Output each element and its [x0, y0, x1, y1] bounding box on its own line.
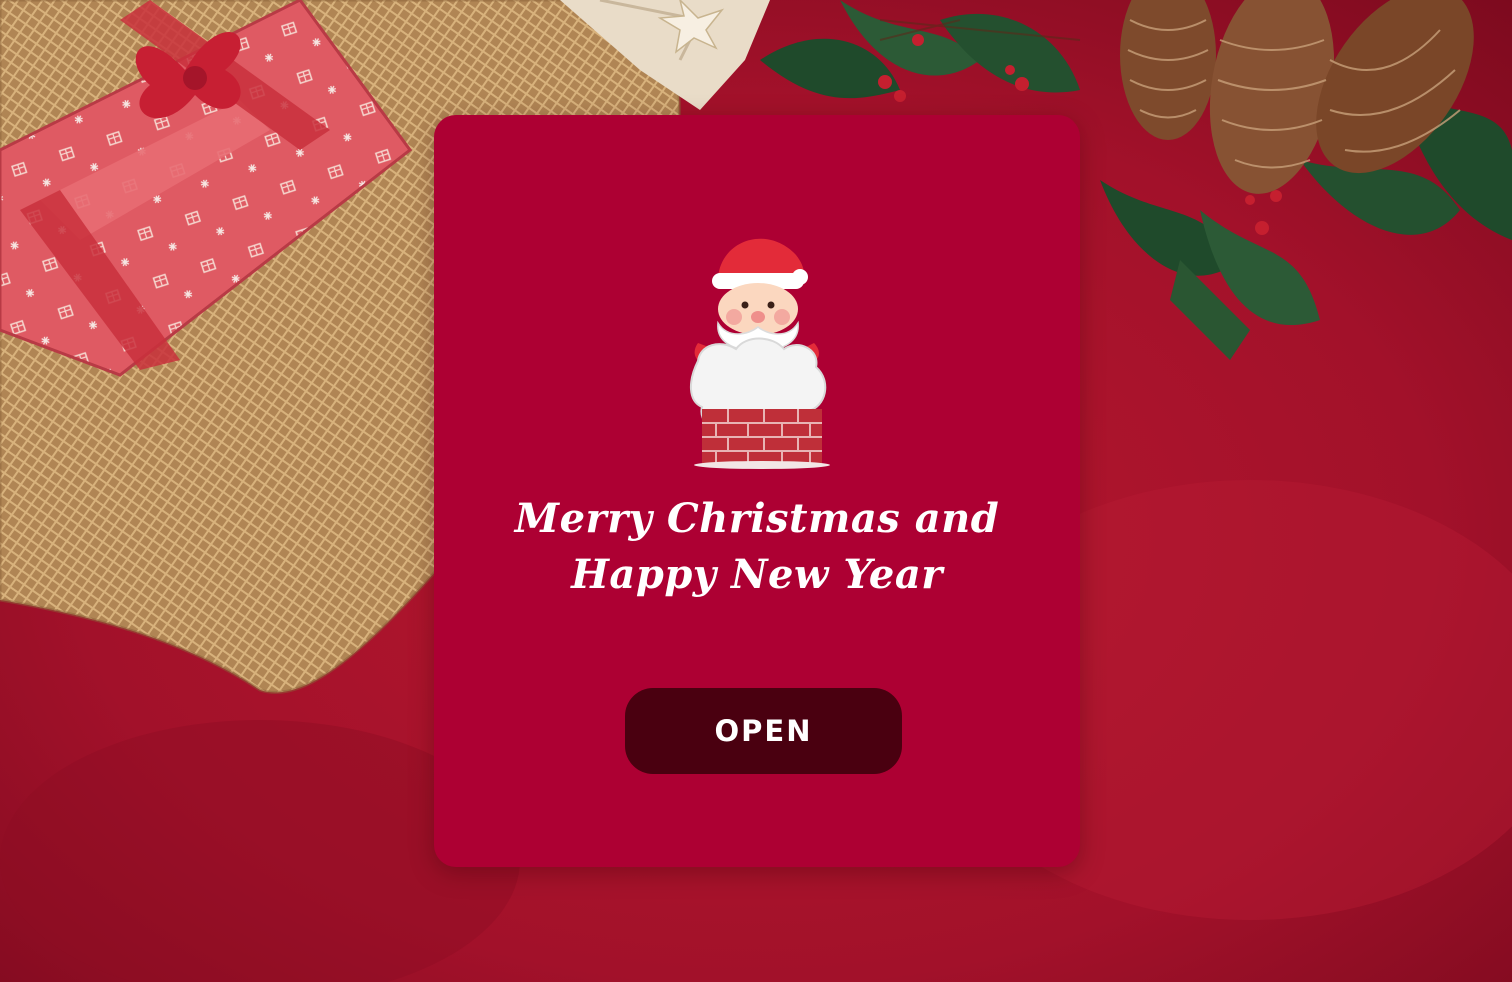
santa-in-chimney-illustration [688, 231, 834, 469]
greeting-line-2: Happy New Year [571, 551, 943, 598]
greeting-card: Merry Christmas and Happy New Year OPEN [434, 115, 1080, 867]
open-button[interactable]: OPEN [625, 688, 902, 774]
greeting-text: Merry Christmas and Happy New Year [434, 491, 1080, 603]
greeting-line-1: Merry Christmas and [514, 495, 1000, 542]
